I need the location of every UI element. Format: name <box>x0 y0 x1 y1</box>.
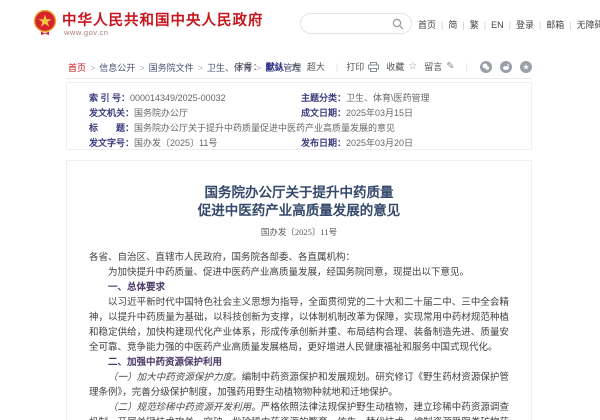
item2-lead: （二）规范珍稀中药资源开发利用。 <box>108 403 261 413</box>
meta-doc-no-value: 国办发〔2025〕11号 <box>134 136 217 151</box>
meta-index-label: 索 引 号： <box>89 91 130 106</box>
nav-english[interactable]: EN <box>479 20 504 30</box>
meta-row: 发文字号： 国办发〔2025〕11号 发布日期： 2025年03月20日 <box>89 136 509 151</box>
share-wechat-icon[interactable] <box>480 61 492 73</box>
meta-index-value: 000014349/2025-00032 <box>130 91 226 106</box>
document-title-line2: 促进中医药产业高质量发展的意见 <box>67 202 531 220</box>
site-title[interactable]: 中华人民共和国中央人民政府 <box>62 9 264 30</box>
national-emblem-icon[interactable] <box>33 10 57 36</box>
meta-agency-value: 国务院办公厅 <box>134 106 188 121</box>
share-weibo-icon[interactable] <box>500 61 512 73</box>
divider: | <box>466 62 468 72</box>
document-title-line1: 国务院办公厅关于提升中药质量 <box>67 184 531 202</box>
meta-written-date-label: 成文日期： <box>301 106 346 121</box>
section1-paragraph: 以习近平新时代中国特色社会主义思想为指导，全面贯彻党的二十大和二十届二中、三中全… <box>89 296 509 356</box>
meta-row: 标 题： 国务院办公厅关于提升中药质量促进中医药产业高质量发展的意见 <box>89 121 509 136</box>
nav-login[interactable]: 登录 <box>504 20 534 30</box>
breadcrumb-separator: > <box>198 63 203 73</box>
salutation-paragraph: 各省、自治区、直辖市人民政府，国务院各部委、各直属机构： <box>89 251 509 266</box>
document-body: 各省、自治区、直辖市人民政府，国务院各部委、各直属机构： 为加快提升中药质量、促… <box>89 251 509 420</box>
meta-topic-value: 卫生、体育\医药管理 <box>346 91 430 106</box>
meta-written-date-value: 2025年03月15日 <box>346 106 413 121</box>
breadcrumb-info-disclosure[interactable]: 信息公开 <box>99 63 135 73</box>
document-title: 国务院办公厅关于提升中药质量 促进中医药产业高质量发展的意见 <box>67 184 531 220</box>
meta-publish-date-label: 发布日期： <box>301 136 346 151</box>
meta-agency-label: 发文机关： <box>89 106 134 121</box>
document-content-box: 国务院办公厅关于提升中药质量 促进中医药产业高质量发展的意见 国办发〔2025〕… <box>66 160 532 420</box>
intro-paragraph: 为加快提升中药质量、促进中医药产业高质量发展，经国务院同意，现提出以下意见。 <box>89 266 509 281</box>
comment-button[interactable]: 留言 <box>424 60 442 73</box>
font-size-large[interactable]: 大 <box>291 60 300 73</box>
font-size-xlarge[interactable]: 超大 <box>307 60 325 73</box>
section2-heading: 二、加强中药资源保护利用 <box>89 356 509 371</box>
site-url: www.gov.cn <box>64 28 108 37</box>
meta-row: 发文机关： 国务院办公厅 成文日期： 2025年03月15日 <box>89 106 509 121</box>
print-button[interactable]: 打印 <box>346 60 364 73</box>
item1-paragraph: （一）加大中药资源保护力度。编制中药资源保护和发展规划。研究修订《野生药材资源保… <box>89 371 509 401</box>
item1-lead: （一）加大中药资源保护力度。 <box>108 373 242 383</box>
search-icon[interactable] <box>392 18 404 30</box>
breadcrumb-state-council-docs[interactable]: 国务院文件 <box>149 63 194 73</box>
meta-topic-label: 主题分类： <box>301 91 346 106</box>
document-number: 国办发〔2025〕11号 <box>67 226 531 238</box>
nav-mail[interactable]: 邮箱 <box>534 20 564 30</box>
nav-simplified[interactable]: 简 <box>436 20 457 30</box>
star-icon[interactable]: ☆ <box>408 61 417 72</box>
search-box[interactable] <box>300 13 412 34</box>
document-meta-box: 索 引 号： 000014349/2025-00032 主题分类： 卫生、体育\… <box>66 82 532 150</box>
breadcrumb-separator: > <box>139 63 144 73</box>
meta-publish-date-value: 2025年03月20日 <box>346 136 413 151</box>
breadcrumb-home[interactable]: 首页 <box>68 63 86 73</box>
printer-icon[interactable] <box>368 62 379 72</box>
font-size-label: 字号： <box>235 60 262 73</box>
meta-title-label: 标 题： <box>89 121 134 136</box>
site-header: 中华人民共和国中央人民政府 www.gov.cn 首页简繁EN登录邮箱无障碍 <box>0 0 600 52</box>
page-tools: 字号： 默认 大 超大 | 打印 收藏 ☆ 留言 ✎ | <box>235 60 532 73</box>
meta-row: 索 引 号： 000014349/2025-00032 主题分类： 卫生、体育\… <box>89 91 509 106</box>
share-more-icon[interactable] <box>520 61 532 73</box>
favorite-button[interactable]: 收藏 <box>386 60 404 73</box>
meta-doc-no-label: 发文字号： <box>89 136 134 151</box>
nav-traditional[interactable]: 繁 <box>457 20 478 30</box>
breadcrumb-toolbar: 首页>信息公开>国务院文件>卫生、体育>医药管理 字号： 默认 大 超大 | 打… <box>66 56 532 79</box>
item2-paragraph: （二）规范珍稀中药资源开发利用。严格依照法律法规保护野生动植物，建立珍稀中药资源… <box>89 401 509 420</box>
nav-accessibility[interactable]: 无障碍 <box>564 20 600 30</box>
nav-home[interactable]: 首页 <box>418 20 436 30</box>
search-input[interactable] <box>311 16 393 31</box>
pencil-icon[interactable]: ✎ <box>446 61 454 72</box>
top-nav: 首页简繁EN登录邮箱无障碍 <box>418 18 600 31</box>
section1-heading: 一、总体要求 <box>89 281 509 296</box>
font-size-default[interactable]: 默认 <box>266 60 284 73</box>
meta-title-value: 国务院办公厅关于提升中药质量促进中医药产业高质量发展的意见 <box>134 121 395 136</box>
breadcrumb-separator: > <box>90 63 95 73</box>
divider: | <box>336 62 338 72</box>
